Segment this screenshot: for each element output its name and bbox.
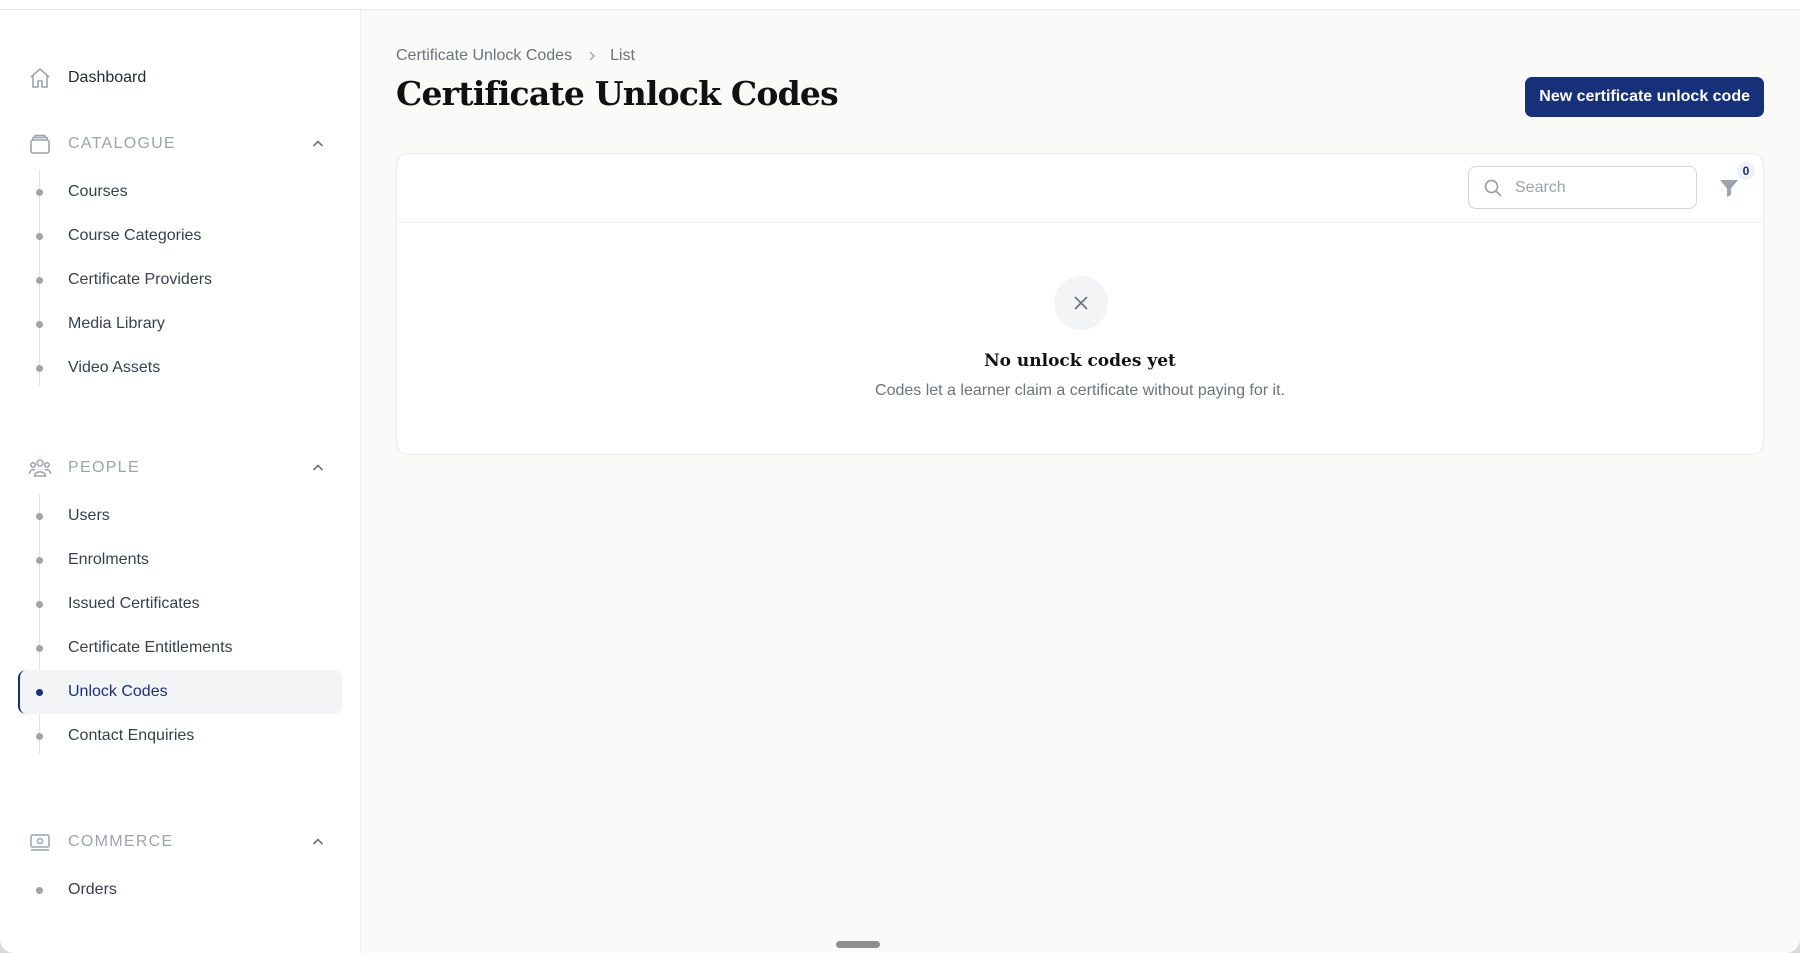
home-icon — [28, 66, 52, 90]
sidebar-item-label: Orders — [68, 881, 117, 898]
sidebar-item-dashboard[interactable]: Dashboard — [28, 56, 338, 100]
sidebar-item-courses[interactable]: Courses — [18, 170, 342, 214]
banknote-icon — [28, 830, 52, 854]
sidebar-group-label: COMMERCE — [68, 833, 174, 850]
sidebar-item-users[interactable]: Users — [18, 494, 342, 538]
empty-state-description: Codes let a learner claim a certificate … — [875, 382, 1285, 399]
search-input[interactable] — [1513, 168, 1724, 207]
breadcrumb-link-certificate-unlock-codes[interactable]: Certificate Unlock Codes — [396, 47, 572, 65]
sidebar-item-unlock-codes[interactable]: Unlock Codes — [18, 670, 342, 714]
bullet-dot — [36, 600, 43, 608]
users-icon — [28, 456, 52, 480]
sidebar-item-media-library[interactable]: Media Library — [18, 302, 342, 346]
sidebar-item-video-assets[interactable]: Video Assets — [18, 346, 342, 390]
sidebar-item-label: Certificate Entitlements — [68, 639, 233, 656]
bullet-dot — [36, 512, 43, 520]
table-toolbar: 0 — [397, 154, 1763, 223]
filter-icon[interactable] — [1717, 176, 1741, 200]
sidebar-item-label: Contact Enquiries — [68, 727, 195, 744]
sidebar-item-label: Enrolments — [68, 551, 149, 568]
breadcrumb: Certificate Unlock Codes List — [396, 47, 635, 65]
bullet-dot — [36, 732, 43, 740]
bullet-dot — [36, 232, 43, 240]
sidebar-item-orders[interactable]: Orders — [18, 868, 342, 912]
empty-state-title: No unlock codes yet — [984, 351, 1176, 371]
app-window: Dashboard CATALOGUE Courses Course Categ… — [0, 0, 1800, 953]
chevron-up-icon[interactable] — [310, 460, 326, 476]
search-box — [1468, 166, 1724, 209]
sidebar-group-commerce[interactable]: COMMERCE — [28, 822, 334, 862]
bullet-dot — [36, 886, 43, 894]
sidebar-item-label: Course Categories — [68, 227, 202, 244]
sidebar-item-course-categories[interactable]: Course Categories — [18, 214, 342, 258]
sidebar-item-label: Courses — [68, 183, 128, 200]
sidebar-item-label: Issued Certificates — [68, 595, 200, 612]
sidebar-item-contact-enquiries[interactable]: Contact Enquiries — [18, 714, 342, 758]
sidebar-item-label: Dashboard — [68, 69, 147, 86]
sidebar-item-label: Certificate Providers — [68, 271, 213, 288]
sidebar-item-label: Media Library — [68, 315, 165, 332]
sidebar-item-label: Unlock Codes — [68, 683, 168, 700]
sidebar-item-label: Users — [68, 507, 110, 524]
sidebar-group-label: CATALOGUE — [68, 135, 177, 152]
top-bar — [0, 0, 1800, 10]
chevron-up-icon[interactable] — [310, 136, 326, 152]
sidebar: Dashboard CATALOGUE Courses Course Categ… — [0, 10, 361, 953]
records-table-card: 0 No unlock codes yet Codes let a learne… — [396, 153, 1764, 455]
page-title: Certificate Unlock Codes — [396, 74, 839, 113]
scroll-handle[interactable] — [836, 941, 880, 948]
new-certificate-unlock-code-button[interactable]: New certificate unlock code — [1525, 77, 1764, 117]
archive-icon — [28, 132, 52, 156]
sidebar-group-items-commerce: Orders — [18, 868, 342, 912]
sidebar-item-certificate-providers[interactable]: Certificate Providers — [18, 258, 342, 302]
sidebar-item-enrolments[interactable]: Enrolments — [18, 538, 342, 582]
bullet-dot — [36, 644, 43, 652]
bullet-dot — [36, 364, 43, 372]
breadcrumb-current: List — [610, 47, 635, 64]
sidebar-group-label: PEOPLE — [68, 459, 140, 476]
sidebar-item-label: Video Assets — [68, 359, 161, 376]
sidebar-item-issued-certificates[interactable]: Issued Certificates — [18, 582, 342, 626]
close-icon — [1054, 276, 1108, 330]
chevron-right-icon — [586, 50, 598, 62]
sidebar-group-catalogue[interactable]: CATALOGUE — [28, 124, 334, 164]
sidebar-group-people[interactable]: PEOPLE — [28, 448, 334, 488]
main-content: Certificate Unlock Codes List Certificat… — [361, 10, 1800, 953]
sidebar-group-items-catalogue: Courses Course Categories Certificate Pr… — [18, 170, 342, 390]
bullet-dot — [36, 320, 43, 328]
bullet-dot — [36, 556, 43, 564]
bullet-dot — [36, 688, 43, 696]
search-icon — [1483, 178, 1503, 198]
sidebar-item-certificate-entitlements[interactable]: Certificate Entitlements — [18, 626, 342, 670]
filter-count-badge: 0 — [1737, 162, 1755, 180]
bullet-dot — [36, 276, 43, 284]
sidebar-group-items-people: Users Enrolments Issued Certificates Cer… — [18, 494, 342, 758]
chevron-up-icon[interactable] — [310, 834, 326, 850]
bullet-dot — [36, 188, 43, 196]
